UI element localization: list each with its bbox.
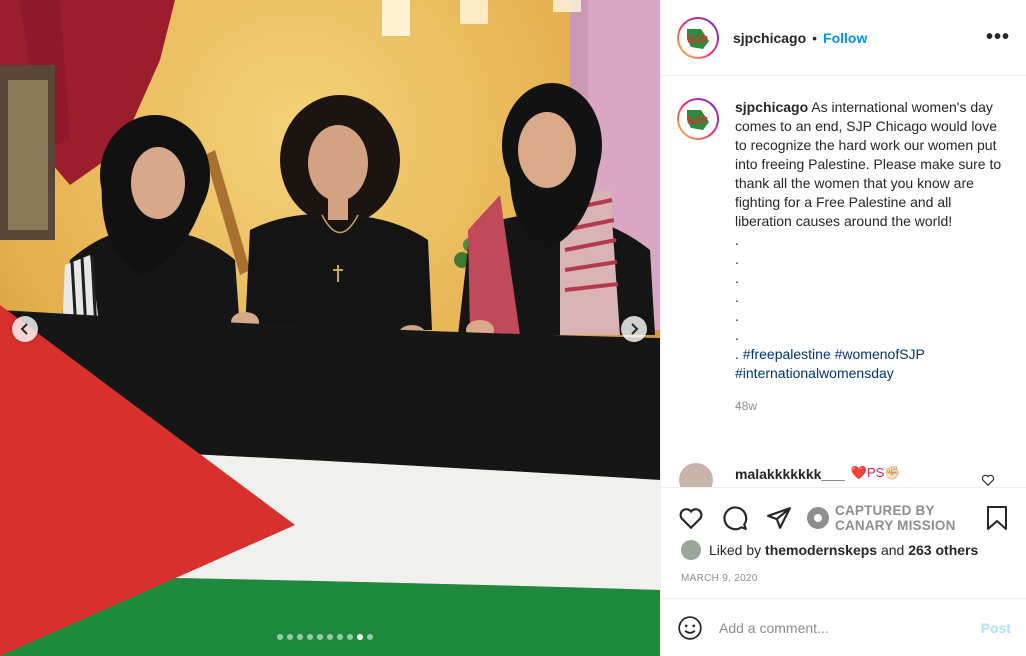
- author-avatar[interactable]: SJP: [677, 16, 719, 59]
- caption-dot: .: [735, 308, 739, 324]
- post-comment-button[interactable]: Post: [981, 620, 1011, 636]
- liker-username[interactable]: themodernskeps: [765, 542, 877, 558]
- photo-scene: [0, 0, 660, 656]
- caption-body: sjpchicago As international women's day …: [735, 98, 1005, 416]
- carousel-dot: [347, 634, 353, 640]
- watermark-line-2: CANARY MISSION: [835, 517, 956, 533]
- caption-time[interactable]: 48w: [735, 397, 1005, 416]
- heart-icon: [679, 507, 703, 529]
- watermark-line-1: CAPTURED BY: [835, 502, 935, 518]
- svg-text:SJP: SJP: [687, 34, 708, 46]
- post-caption: SJP sjpchicago As international women's …: [677, 98, 1021, 416]
- palestinian-flag: [0, 305, 660, 656]
- carousel-dot: [307, 634, 313, 640]
- carousel-dot: [367, 634, 373, 640]
- hashtag-link[interactable]: #freepalestine: [743, 346, 831, 362]
- carousel-indicator: [277, 634, 373, 640]
- carousel-dot: [297, 634, 303, 640]
- hashtag-link[interactable]: #internationalwomensday: [735, 365, 894, 381]
- add-comment-bar: Post: [661, 598, 1026, 656]
- comment-bubble-icon: [723, 505, 748, 530]
- likes-count[interactable]: 263 others: [908, 542, 978, 558]
- caption-avatar[interactable]: SJP: [677, 98, 719, 140]
- carousel-dot: [317, 634, 323, 640]
- post-date[interactable]: MARCH 9, 2020: [681, 573, 758, 584]
- save-button[interactable]: [983, 504, 1011, 532]
- author-username[interactable]: sjpchicago: [733, 30, 806, 46]
- share-button[interactable]: [765, 504, 793, 532]
- likes-prefix: Liked by: [709, 542, 762, 558]
- caption-dot: .: [735, 232, 739, 248]
- caption-text: As international women's day comes to an…: [735, 99, 1002, 229]
- post-header: SJP sjpchicago • Follow •••: [661, 0, 1026, 76]
- action-bar: CAPTURED BY CANARY MISSION: [661, 487, 1026, 547]
- post-photo: [0, 0, 660, 656]
- paper-plane-icon: [767, 506, 791, 529]
- carousel-dot: [277, 634, 283, 640]
- hashtag-link[interactable]: #womenofSJP: [835, 346, 925, 362]
- caption-dot: .: [735, 346, 739, 362]
- sjp-logo-icon: SJP: [682, 21, 714, 54]
- watermark-overlay: CAPTURED BY CANARY MISSION: [807, 503, 956, 533]
- likes-summary: Liked by themodernskeps and 263 others: [681, 540, 978, 560]
- caption-username[interactable]: sjpchicago: [735, 99, 808, 115]
- instagram-post: SJP sjpchicago • Follow ••• SJP sjpchica…: [0, 0, 1026, 656]
- carousel-prev-button[interactable]: [12, 316, 38, 342]
- bookmark-icon: [987, 505, 1007, 530]
- comment-input[interactable]: [719, 619, 959, 636]
- liker-avatar[interactable]: [681, 540, 701, 560]
- carousel-dot: [327, 634, 333, 640]
- post-details-panel: SJP sjpchicago • Follow ••• SJP sjpchica…: [660, 0, 1026, 656]
- carousel-dot: [357, 634, 363, 640]
- like-button[interactable]: [677, 504, 705, 532]
- chevron-right-icon: [631, 323, 639, 335]
- canary-mission-logo-icon: [807, 506, 829, 529]
- caption-dot: .: [735, 289, 739, 305]
- comment-like-icon[interactable]: [981, 473, 995, 487]
- commenter-username[interactable]: malakkkkkkk___: [735, 466, 845, 482]
- header-separator: •: [812, 29, 818, 46]
- carousel-dot: [337, 634, 343, 640]
- comment-text: ❤️PS✊🏻: [850, 465, 901, 480]
- caption-dot: .: [735, 270, 739, 286]
- emoji-icon[interactable]: [677, 615, 703, 641]
- svg-text:SJP: SJP: [687, 115, 708, 127]
- caption-dot: .: [735, 251, 739, 267]
- comment-button[interactable]: [721, 504, 749, 532]
- carousel-dot: [287, 634, 293, 640]
- watermark-text: CAPTURED BY CANARY MISSION: [835, 503, 956, 533]
- follow-button[interactable]: Follow: [823, 30, 867, 46]
- sjp-logo-icon: SJP: [682, 103, 714, 135]
- carousel-next-button[interactable]: [621, 316, 647, 342]
- caption-dot: .: [735, 327, 739, 343]
- more-options-button[interactable]: •••: [986, 26, 1010, 49]
- likes-connector: and: [880, 542, 905, 558]
- chevron-left-icon: [20, 323, 28, 335]
